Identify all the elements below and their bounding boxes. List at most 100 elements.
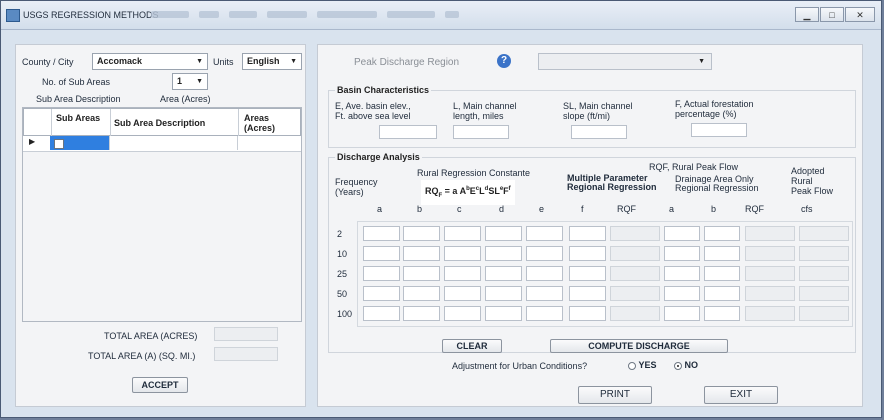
field-c-10[interactable]	[444, 246, 481, 261]
total-sqmi-field[interactable]	[214, 347, 278, 361]
field-a2-50[interactable]	[664, 286, 700, 301]
field-e-100[interactable]	[526, 306, 563, 321]
discharge-title: Discharge Analysis	[335, 152, 422, 162]
e-field[interactable]	[379, 125, 437, 139]
field-cfs-25[interactable]	[799, 266, 849, 281]
field-rqf-10[interactable]	[610, 246, 660, 261]
field-a-2[interactable]	[363, 226, 400, 241]
field-d-50[interactable]	[485, 286, 522, 301]
field-d-10[interactable]	[485, 246, 522, 261]
l-field[interactable]	[453, 125, 509, 139]
field-rqf-2[interactable]	[610, 226, 660, 241]
field-b2-10[interactable]	[704, 246, 740, 261]
field-rqf-100[interactable]	[610, 306, 660, 321]
col-header-c: c	[457, 204, 462, 214]
row-selected-cell[interactable]	[50, 136, 109, 150]
menu-item-national[interactable]	[151, 11, 189, 18]
field-b2-100[interactable]	[704, 306, 740, 321]
units-select[interactable]: English ▼	[242, 53, 302, 70]
field-rqf2-25[interactable]	[745, 266, 795, 281]
frequency-label-50: 50	[337, 289, 348, 299]
right-panel: Peak Discharge Region ? ▼ Basin Characte…	[317, 44, 863, 407]
menu-item-tr55[interactable]	[199, 11, 219, 18]
subareas-label: No. of Sub Areas	[42, 77, 111, 87]
field-b2-25[interactable]	[704, 266, 740, 281]
field-f-25[interactable]	[569, 266, 606, 281]
field-b-100[interactable]	[403, 306, 440, 321]
subareas-select[interactable]: 1 ▼	[172, 73, 208, 90]
total-acres-field[interactable]	[214, 327, 278, 341]
field-c-25[interactable]	[444, 266, 481, 281]
field-a-25[interactable]	[363, 266, 400, 281]
no-option[interactable]: NO	[674, 360, 698, 370]
field-rqf2-100[interactable]	[745, 306, 795, 321]
subarea-checkbox[interactable]	[54, 139, 64, 149]
field-cfs-100[interactable]	[799, 306, 849, 321]
clear-button[interactable]: CLEAR	[442, 339, 502, 353]
field-a-100[interactable]	[363, 306, 400, 321]
field-cfs-50[interactable]	[799, 286, 849, 301]
compute-discharge-button[interactable]: COMPUTE DISCHARGE	[550, 339, 728, 353]
adopted-label: Adopted Rural Peak Flow	[791, 166, 833, 196]
field-rqf2-2[interactable]	[745, 226, 795, 241]
table-row[interactable]: ▶	[23, 136, 301, 152]
field-d-2[interactable]	[485, 226, 522, 241]
field-b-10[interactable]	[403, 246, 440, 261]
field-b2-50[interactable]	[704, 286, 740, 301]
field-b-2[interactable]	[403, 226, 440, 241]
field-a2-10[interactable]	[664, 246, 700, 261]
county-select[interactable]: Accomack ▼	[92, 53, 208, 70]
field-b-25[interactable]	[403, 266, 440, 281]
field-e-2[interactable]	[526, 226, 563, 241]
field-cfs-10[interactable]	[799, 246, 849, 261]
exit-button[interactable]: EXIT	[704, 386, 778, 404]
field-f-100[interactable]	[569, 306, 606, 321]
field-rqf2-10[interactable]	[745, 246, 795, 261]
field-f-10[interactable]	[569, 246, 606, 261]
field-f-2[interactable]	[569, 226, 606, 241]
field-a2-100[interactable]	[664, 306, 700, 321]
field-a-50[interactable]	[363, 286, 400, 301]
field-f-50[interactable]	[569, 286, 606, 301]
menu-item-anderson[interactable]	[267, 11, 307, 18]
yes-option[interactable]: YES	[628, 360, 657, 370]
field-d-25[interactable]	[485, 266, 522, 281]
field-e-50[interactable]	[526, 286, 563, 301]
f-field[interactable]	[691, 123, 747, 137]
maximize-button[interactable]: □	[820, 7, 844, 22]
field-c-100[interactable]	[444, 306, 481, 321]
menu-item-exit[interactable]	[445, 11, 459, 18]
field-d-100[interactable]	[485, 306, 522, 321]
accept-button[interactable]: ACCEPT	[132, 377, 188, 393]
help-icon[interactable]: ?	[497, 54, 511, 68]
field-c-2[interactable]	[444, 226, 481, 241]
print-button[interactable]: PRINT	[578, 386, 652, 404]
close-button[interactable]: ✕	[845, 7, 875, 22]
menu-bar	[151, 11, 459, 18]
field-e-10[interactable]	[526, 246, 563, 261]
subarea-grid[interactable]: Sub Areas Sub Area Description Areas (Ac…	[22, 107, 302, 322]
menu-item-default[interactable]	[229, 11, 257, 18]
minimize-button[interactable]: ▁	[795, 7, 819, 22]
multi-param-line2: Regional Regression	[567, 182, 657, 192]
field-rqf-25[interactable]	[610, 266, 660, 281]
field-a2-2[interactable]	[664, 226, 700, 241]
grid-header-description: Sub Area Description	[114, 118, 206, 128]
menu-item-usgs-regression[interactable]	[317, 11, 377, 18]
field-b-50[interactable]	[403, 286, 440, 301]
adopted-line1: Adopted	[791, 166, 825, 176]
sl-field[interactable]	[571, 125, 627, 139]
field-e-25[interactable]	[526, 266, 563, 281]
field-c-50[interactable]	[444, 286, 481, 301]
field-a-10[interactable]	[363, 246, 400, 261]
menu-item-about[interactable]	[387, 11, 435, 18]
field-rqf2-50[interactable]	[745, 286, 795, 301]
yes-radio[interactable]	[628, 361, 636, 370]
adopted-line3: Peak Flow	[791, 186, 834, 196]
field-b2-2[interactable]	[704, 226, 740, 241]
field-rqf-50[interactable]	[610, 286, 660, 301]
field-a2-25[interactable]	[664, 266, 700, 281]
region-select[interactable]: ▼	[538, 53, 712, 70]
no-radio[interactable]	[674, 361, 682, 370]
field-cfs-2[interactable]	[799, 226, 849, 241]
